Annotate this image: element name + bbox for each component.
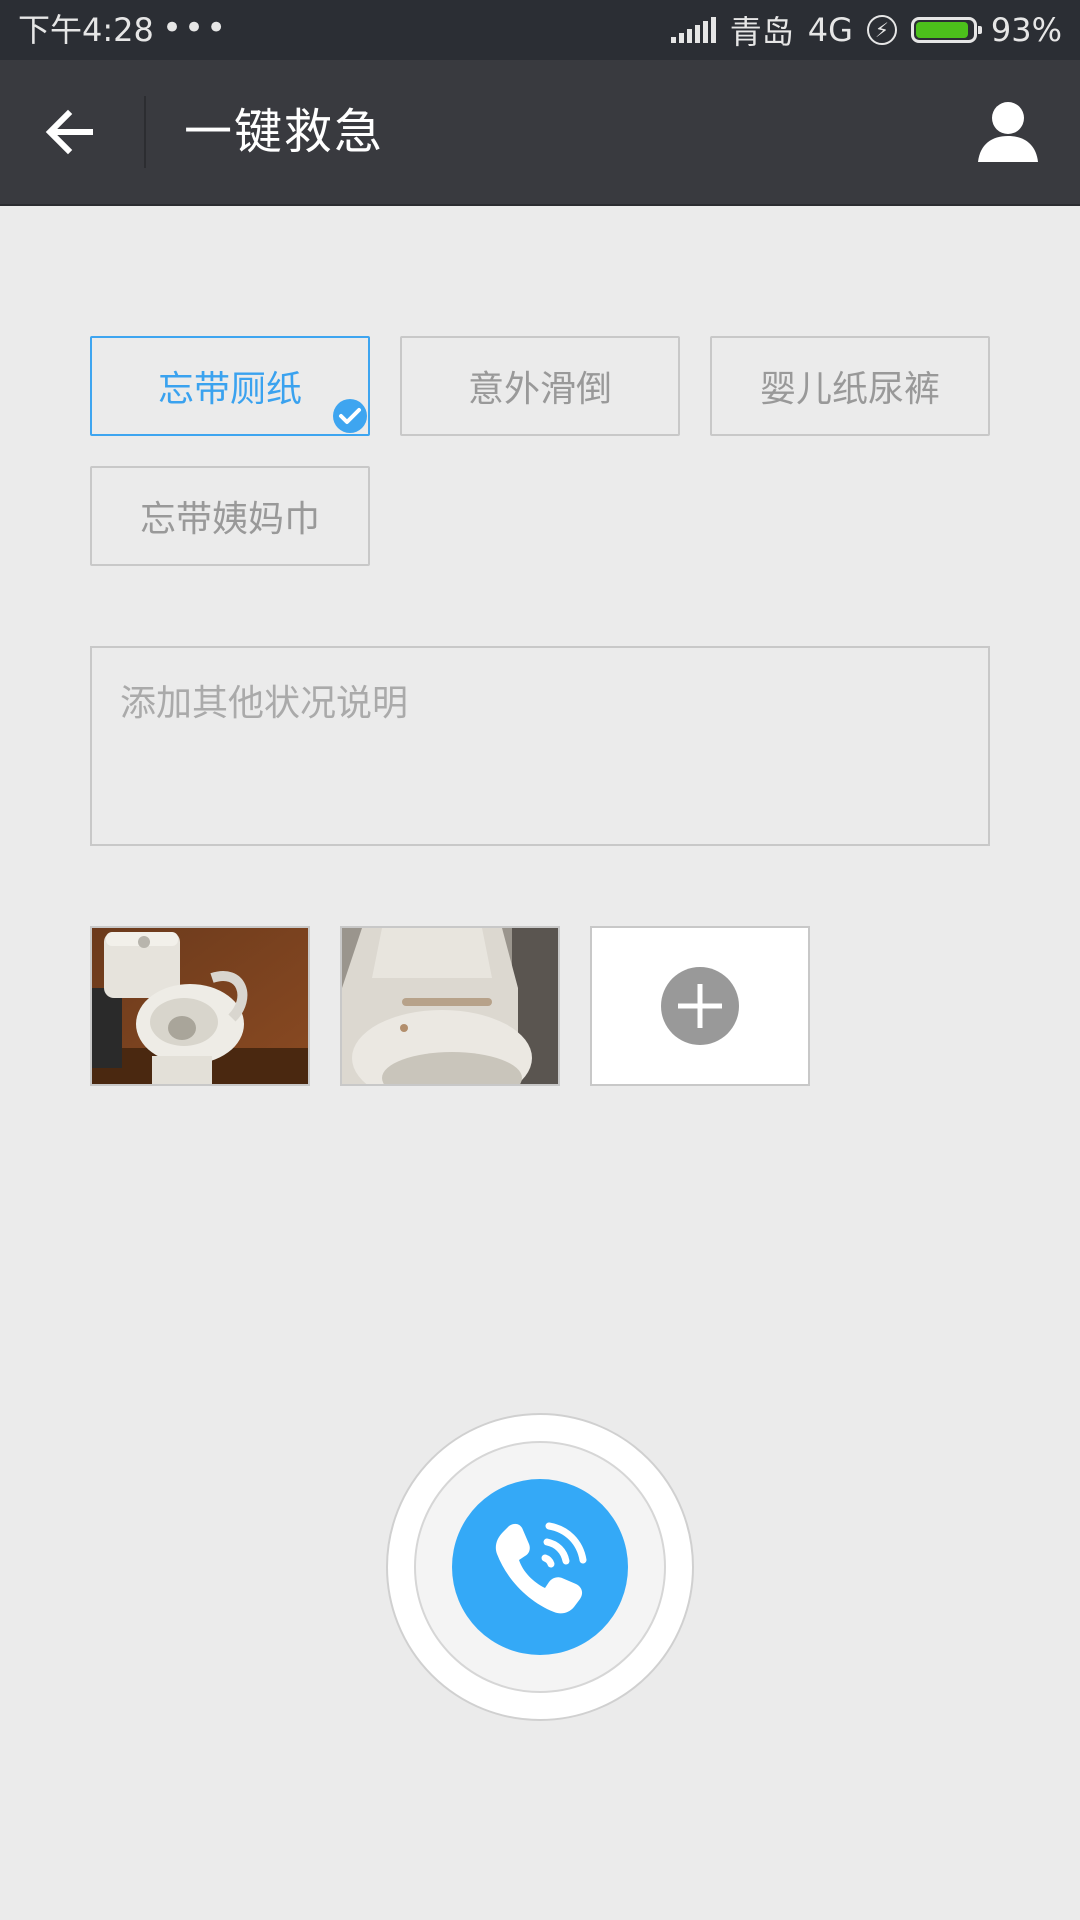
tag-forgot-tissue[interactable]: 忘带厕纸 bbox=[90, 336, 370, 436]
back-button[interactable] bbox=[40, 102, 100, 162]
user-icon bbox=[978, 102, 1038, 162]
add-photo-button[interactable] bbox=[590, 926, 810, 1086]
battery-percent: 93% bbox=[990, 11, 1062, 49]
tag-label: 忘带姨妈巾 bbox=[139, 499, 320, 540]
status-bar: 下午4:28 ••• 青岛 4G ⚡ 93% bbox=[0, 0, 1080, 60]
profile-button[interactable] bbox=[974, 98, 1042, 166]
note-input[interactable] bbox=[120, 674, 960, 818]
battery-fill bbox=[915, 22, 968, 38]
emergency-call-button[interactable] bbox=[452, 1479, 628, 1655]
tag-slipped[interactable]: 意外滑倒 bbox=[400, 336, 680, 436]
charging-icon: ⚡ bbox=[866, 15, 897, 45]
signal-icon bbox=[670, 17, 716, 43]
battery-icon bbox=[910, 17, 982, 43]
tag-label: 婴儿纸尿裤 bbox=[759, 369, 940, 410]
notification-dots-icon: ••• bbox=[162, 8, 229, 48]
arrow-left-icon bbox=[45, 109, 93, 155]
photo-thumbnail[interactable] bbox=[340, 926, 560, 1086]
status-time: 下午4:28 bbox=[18, 11, 154, 49]
page-title: 一键救急 bbox=[184, 104, 385, 160]
phone-call-icon bbox=[495, 1522, 587, 1614]
network-type: 4G bbox=[807, 11, 853, 49]
nav-bar: 一键救急 bbox=[0, 60, 1080, 206]
tag-diapers[interactable]: 婴儿纸尿裤 bbox=[710, 336, 990, 436]
plus-icon bbox=[661, 967, 739, 1045]
toilet-photo-2 bbox=[342, 928, 558, 1084]
nav-divider bbox=[144, 96, 146, 168]
carrier-name: 青岛 bbox=[729, 13, 794, 51]
toilet-photo-1 bbox=[92, 928, 308, 1084]
status-indicators: 青岛 4G ⚡ 93% bbox=[670, 8, 1062, 52]
tag-label: 忘带厕纸 bbox=[157, 369, 302, 410]
tag-sanitary-pad[interactable]: 忘带姨妈巾 bbox=[90, 466, 370, 566]
photo-thumbnail[interactable] bbox=[90, 926, 310, 1086]
tag-label: 意外滑倒 bbox=[467, 369, 612, 410]
note-box bbox=[90, 646, 990, 846]
check-icon bbox=[333, 399, 367, 433]
